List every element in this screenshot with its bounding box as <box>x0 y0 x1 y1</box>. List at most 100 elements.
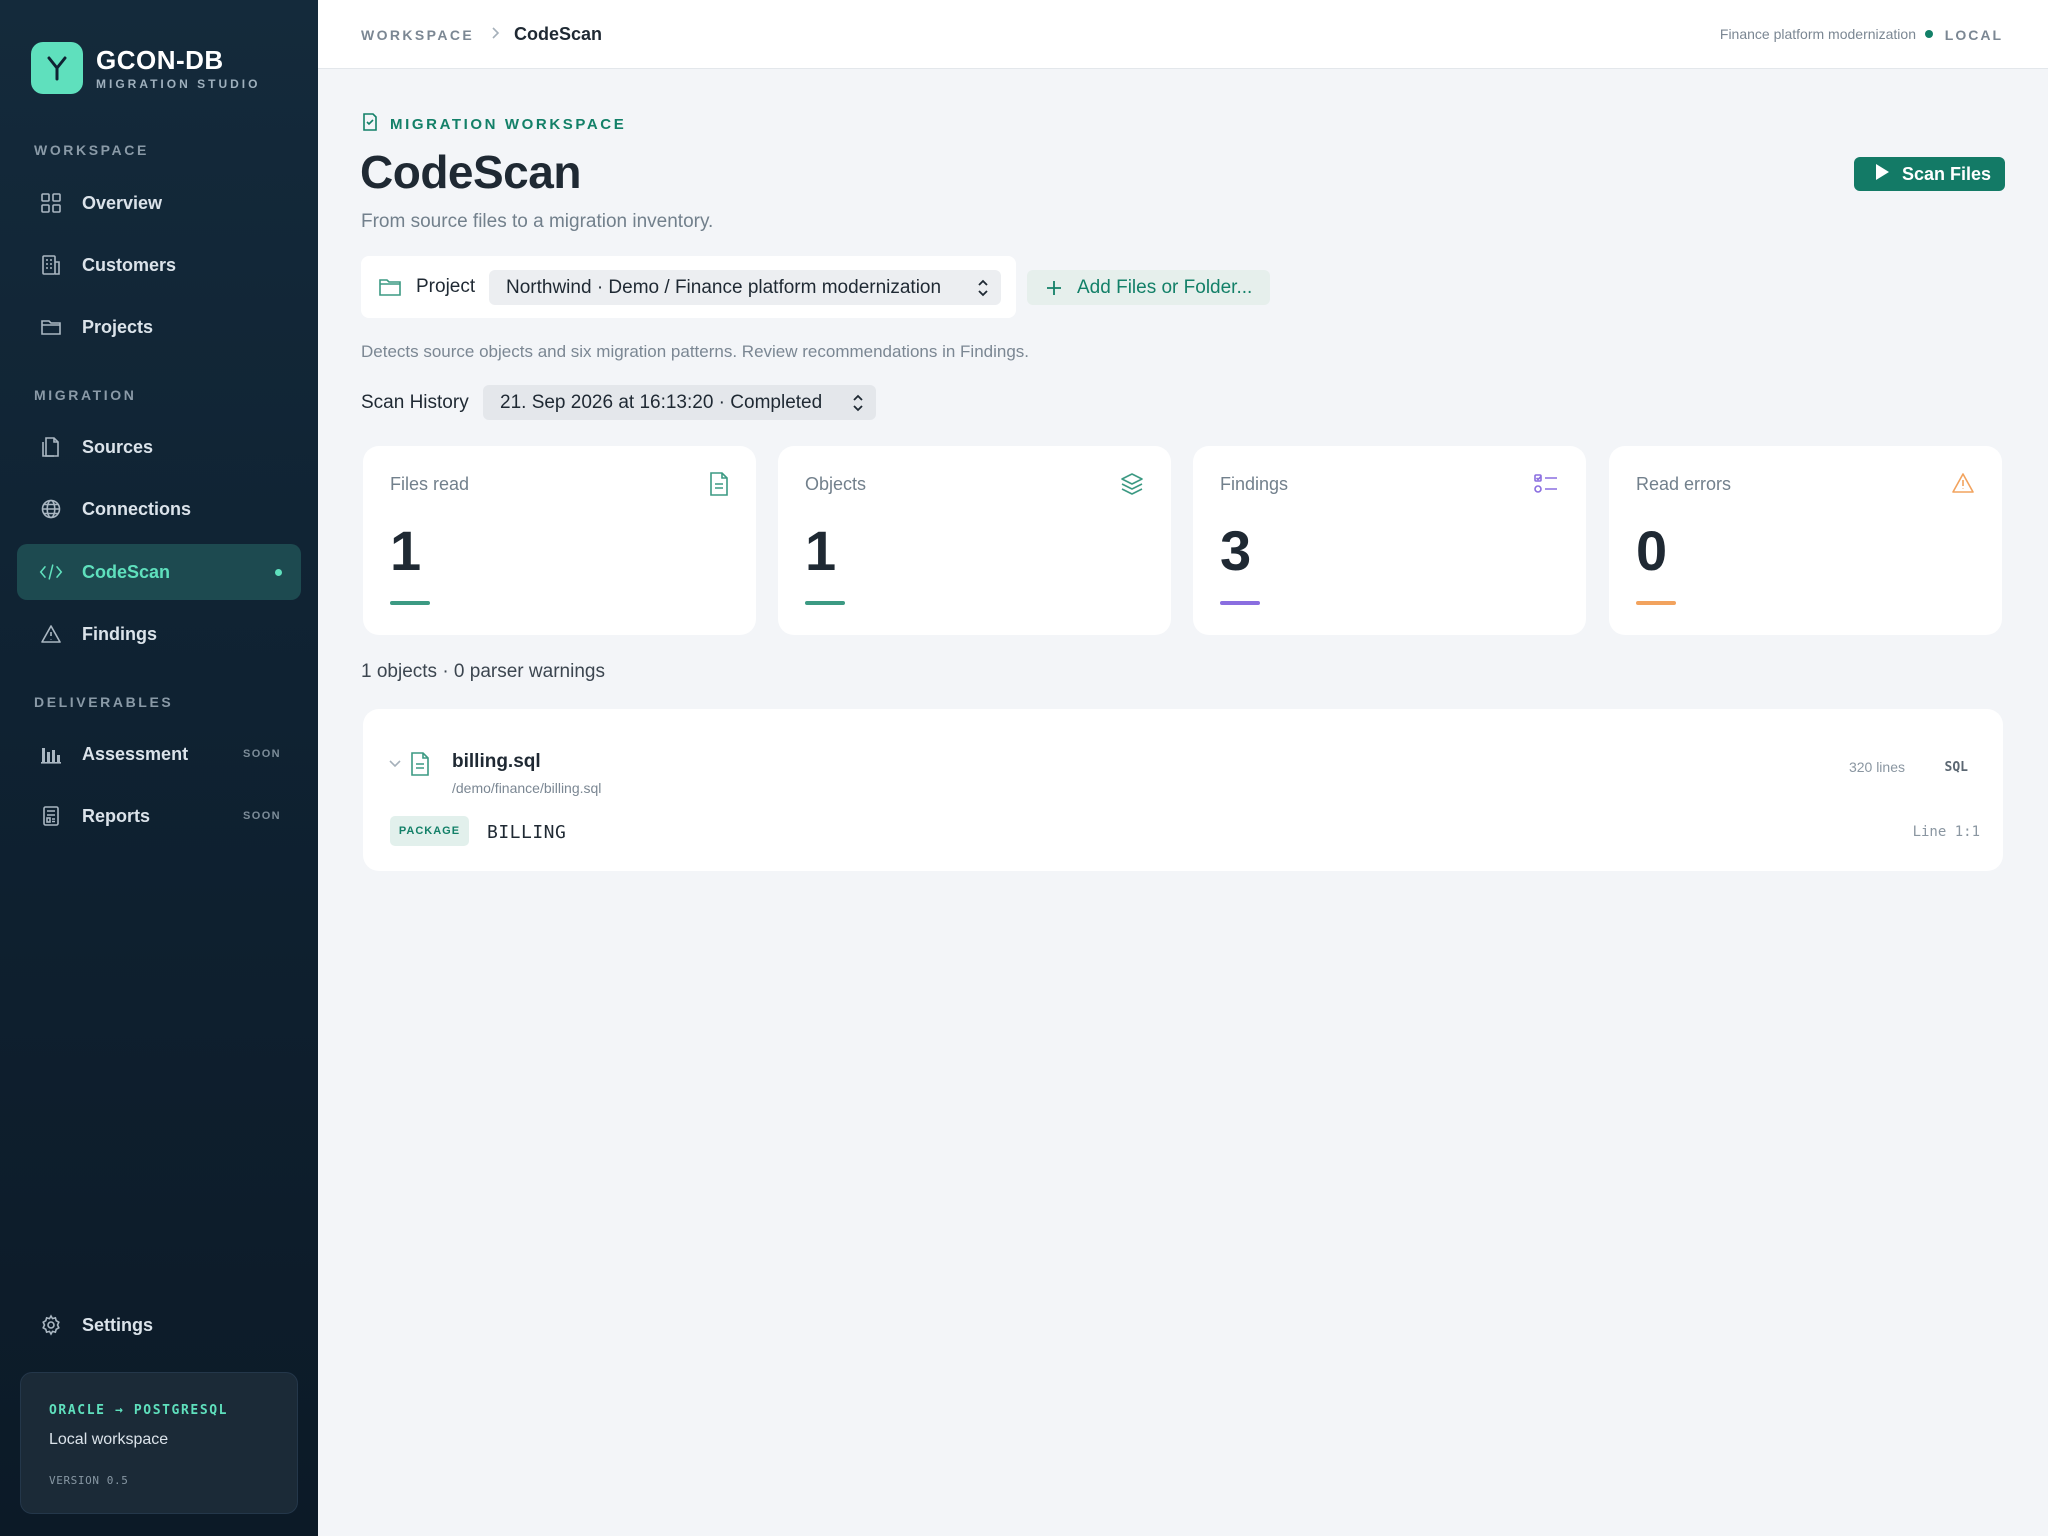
scan-history-select[interactable]: 21. Sep 2026 at 16:13:20 · Completed <box>483 385 876 420</box>
soon-badge: SOON <box>243 810 281 822</box>
file-icon <box>410 752 430 781</box>
environment-subtitle: Local workspace <box>49 1431 169 1448</box>
scan-document-icon <box>362 113 378 136</box>
folder-icon <box>378 276 402 303</box>
breadcrumb-current: CodeScan <box>514 24 603 44</box>
stat-label: Findings <box>1220 474 1289 494</box>
sidebar-item-label: Assessment <box>82 743 189 764</box>
status-dot <box>1925 30 1933 38</box>
sidebar-item-connections[interactable]: Connections <box>17 481 301 537</box>
report-icon <box>39 804 63 828</box>
stat-card-findings: Findings 3 <box>1193 446 1586 635</box>
sidebar-item-label: Settings <box>82 1314 154 1335</box>
sidebar-item-findings[interactable]: Findings <box>17 606 301 662</box>
stat-label: Read errors <box>1636 474 1732 494</box>
scan-files-button[interactable]: Scan Files <box>1854 157 2005 191</box>
file-card: billing.sql /demo/finance/billing.sql 32… <box>363 709 2003 871</box>
plus-icon <box>1045 279 1063 302</box>
warning-triangle-icon <box>39 622 63 646</box>
stat-card-files-read: Files read 1 <box>363 446 756 635</box>
version-label: VERSION 0.5 <box>49 1474 129 1487</box>
active-indicator-dot <box>275 568 282 576</box>
file-name[interactable]: billing.sql <box>452 751 541 773</box>
sidebar-item-label: CodeScan <box>82 561 171 582</box>
environment-card: ORACLE → POSTGRESQL Local workspace VERS… <box>20 1372 298 1514</box>
chevron-up-down-icon <box>852 394 864 417</box>
sidebar-item-label: Connections <box>82 498 192 519</box>
object-name: BILLING <box>487 822 567 843</box>
scan-hint: Detects source objects and six migration… <box>361 342 1030 361</box>
add-files-button[interactable]: Add Files or Folder... <box>1027 270 1270 305</box>
scan-history-label: Scan History <box>361 392 469 413</box>
stat-value: 1 <box>390 519 422 582</box>
building-icon <box>39 253 63 277</box>
sidebar: GCON-DB MIGRATION STUDIO WORKSPACE Overv… <box>0 0 318 1536</box>
stat-card-read-errors: Read errors 0 <box>1609 446 2002 635</box>
project-bar: Project Northwind · Demo / Finance platf… <box>361 256 1016 318</box>
warning-icon <box>1951 472 1975 499</box>
object-type-badge: PACKAGE <box>390 816 469 846</box>
file-icon <box>709 472 729 501</box>
scan-files-label: Scan Files <box>1902 163 1992 184</box>
stat-accent-bar <box>805 601 845 605</box>
nav-section-workspace: WORKSPACE <box>34 142 149 158</box>
eyebrow-label: MIGRATION WORKSPACE <box>390 116 627 133</box>
checklist-icon <box>1533 472 1559 501</box>
nav-section-deliverables: DELIVERABLES <box>34 694 174 710</box>
files-icon <box>39 435 63 459</box>
project-select[interactable]: Northwind · Demo / Finance platform mode… <box>489 270 1001 305</box>
brand-subtitle: MIGRATION STUDIO <box>96 76 261 91</box>
layers-icon <box>1120 472 1144 501</box>
environment-title: ORACLE → POSTGRESQL <box>49 1403 229 1418</box>
play-icon <box>1874 163 1890 186</box>
stat-value: 0 <box>1636 519 1668 582</box>
stat-value: 1 <box>805 519 837 582</box>
sidebar-item-settings[interactable]: Settings <box>17 1297 301 1353</box>
stat-label: Files read <box>390 474 470 494</box>
grid-icon <box>39 191 63 215</box>
sidebar-item-projects[interactable]: Projects <box>17 299 301 355</box>
soon-badge: SOON <box>243 748 281 760</box>
bar-chart-icon <box>39 742 63 766</box>
file-language-badge: SQL <box>1944 760 1968 775</box>
sidebar-item-label: Overview <box>82 192 163 213</box>
sidebar-item-codescan[interactable]: CodeScan <box>17 544 301 600</box>
page-title: CodeScan <box>360 146 581 198</box>
stat-accent-bar <box>390 601 430 605</box>
sidebar-item-overview[interactable]: Overview <box>17 175 301 231</box>
mode-badge: LOCAL <box>1944 27 2003 43</box>
file-line-count: 320 lines <box>1848 759 1905 775</box>
sidebar-item-reports[interactable]: Reports SOON <box>17 788 301 844</box>
current-project-label: Finance platform modernization <box>1719 26 1916 42</box>
scan-summary: 1 objects · 0 parser warnings <box>361 661 605 682</box>
sidebar-item-label: Reports <box>82 805 151 826</box>
object-row[interactable]: PACKAGE BILLING Line 1:1 <box>390 816 1980 846</box>
brand[interactable]: GCON-DB MIGRATION STUDIO <box>31 42 260 94</box>
chevron-up-down-icon <box>977 279 989 302</box>
breadcrumb-workspace[interactable]: WORKSPACE <box>361 27 474 43</box>
scan-history-value: 21. Sep 2026 at 16:13:20 · Completed <box>500 392 823 413</box>
eyebrow: MIGRATION WORKSPACE <box>362 113 626 136</box>
sidebar-item-sources[interactable]: Sources <box>17 419 301 475</box>
folder-icon <box>39 315 63 339</box>
project-label: Project <box>416 276 476 297</box>
object-location: Line 1:1 <box>1912 824 1980 840</box>
sidebar-item-label: Sources <box>82 436 154 457</box>
topbar: WORKSPACE CodeScan Finance platform mode… <box>318 0 2048 69</box>
file-path: /demo/finance/billing.sql <box>452 780 602 796</box>
sidebar-item-assessment[interactable]: Assessment SOON <box>17 726 301 782</box>
stat-accent-bar <box>1220 601 1260 605</box>
project-select-value: Northwind · Demo / Finance platform mode… <box>506 277 942 298</box>
gear-icon <box>39 1313 63 1337</box>
page-subtitle: From source files to a migration invento… <box>361 211 714 232</box>
brand-name: GCON-DB <box>96 44 224 75</box>
add-files-label: Add Files or Folder... <box>1077 277 1253 298</box>
sidebar-item-customers[interactable]: Customers <box>17 237 301 293</box>
chevron-down-icon[interactable] <box>388 757 402 776</box>
stat-label: Objects <box>805 474 867 494</box>
sidebar-item-label: Customers <box>82 254 177 275</box>
chevron-right-icon <box>488 25 502 46</box>
sidebar-item-label: Projects <box>82 316 154 337</box>
sidebar-item-label: Findings <box>82 623 157 644</box>
stat-value: 3 <box>1220 519 1252 582</box>
